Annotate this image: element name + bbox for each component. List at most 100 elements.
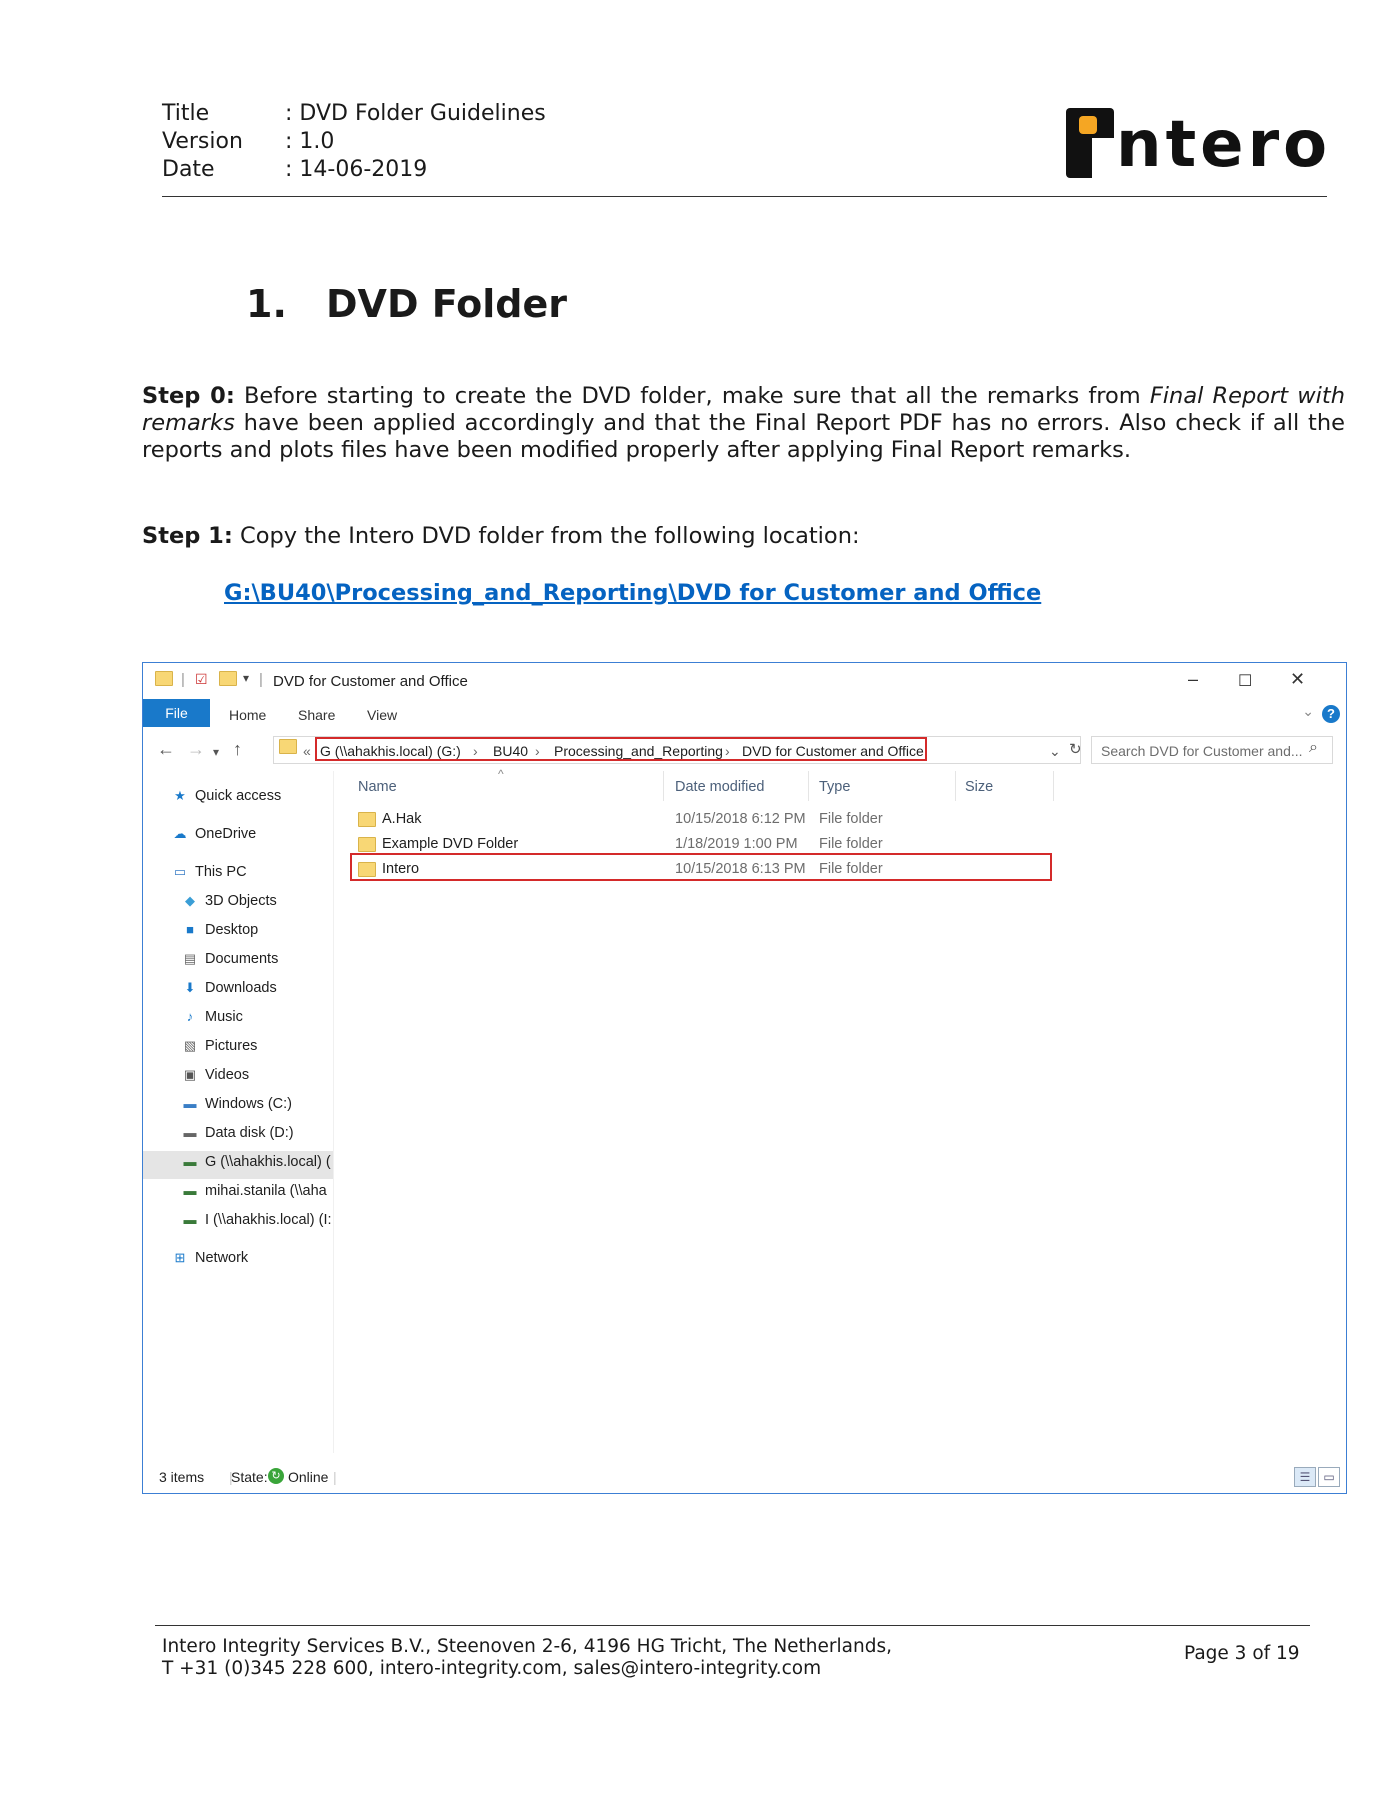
help-icon[interactable]: ? [1322,705,1340,723]
section-title: DVD Folder [326,282,567,326]
nav-quick-access[interactable]: ★ Quick access [171,788,281,804]
intero-logo: ntero [1066,108,1331,178]
column-name[interactable]: Name [358,779,397,795]
desktop-icon: ■ [186,922,194,937]
address-dropdown-icon[interactable]: ⌄ [1049,743,1061,760]
logo-mark [1066,108,1114,178]
version-value: : 1.0 [285,129,335,154]
location-link[interactable]: G:\BU40\Processing_and_Reporting\DVD for… [224,580,1041,606]
title-value: : DVD Folder Guidelines [285,101,546,126]
ribbon-tab-home[interactable]: Home [229,707,266,723]
nav-videos[interactable]: ▣ Videos [181,1067,249,1083]
recent-locations-icon[interactable]: ▾ [213,745,219,759]
network-drive-icon: ▬ [183,1212,197,1227]
search-placeholder: Search DVD for Customer and... [1101,743,1303,759]
row-highlight-box [350,853,1052,881]
video-icon: ▣ [183,1067,197,1082]
version-key: Version [162,129,243,154]
network-drive-icon: ▬ [183,1154,197,1169]
window-title: DVD for Customer and Office [273,673,468,690]
title-key: Title [162,101,210,126]
chevron-down-icon[interactable]: ⌄ [1302,703,1314,720]
status-bar: 3 items | State: ↻ Online | ☰ ▭ [143,1459,1346,1493]
nav-mihai-drive[interactable]: ▬ mihai.stanila (\\aha [181,1183,327,1199]
ribbon-tab-file[interactable]: File [143,699,210,727]
footer-line-2: T +31 (0)345 228 600, intero-integrity.c… [162,1658,822,1679]
cloud-icon: ☁ [173,826,187,841]
document-icon: ▤ [183,951,197,966]
state-value: Online [288,1469,329,1485]
customize-quick-access-icon[interactable]: ▾ [243,671,259,691]
back-arrow-icon[interactable]: ← [157,739,175,760]
drive-icon: ▬ [183,1096,197,1111]
nav-onedrive[interactable]: ☁ OneDrive [171,826,257,842]
sort-up-icon: ^ [498,767,504,781]
nav-windows-c[interactable]: ▬ Windows (C:) [181,1096,293,1112]
section-heading: 1. DVD Folder [246,282,567,326]
folder-icon [155,671,173,691]
item-count: 3 items [159,1469,205,1485]
nav-this-pc[interactable]: ▭ This PC [171,864,247,880]
column-date-modified[interactable]: Date modified [675,779,764,795]
large-icons-view-icon[interactable]: ▭ [1318,1467,1340,1487]
header-divider [162,196,1327,197]
nav-i-drive[interactable]: ▬ I (\\ahakhis.local) (I: [181,1212,332,1228]
close-icon[interactable]: ✕ [1290,669,1305,690]
forward-arrow-icon[interactable]: → [187,739,205,760]
nav-data-d[interactable]: ▬ Data disk (D:) [181,1125,294,1141]
date-value: : 14-06-2019 [285,157,428,182]
step-0-label: Step 0: [142,383,235,409]
nav-pictures[interactable]: ▧ Pictures [181,1038,258,1054]
ribbon-tab-view[interactable]: View [367,707,397,723]
minimize-icon[interactable]: – [1188,669,1198,690]
nav-desktop[interactable]: ■ Desktop [181,922,258,938]
nav-3d-objects[interactable]: ◆ 3D Objects [181,893,277,909]
date-key: Date [162,157,215,182]
step-0-text-a: Before starting to create the DVD folder… [234,383,1150,409]
nav-documents[interactable]: ▤ Documents [181,951,279,967]
music-note-icon: ♪ [186,1009,194,1024]
step-1-label: Step 1: [142,523,233,549]
picture-icon: ▧ [183,1038,197,1053]
nav-network[interactable]: ⊞ Network [171,1250,249,1266]
step-0-text-b: have been applied accordingly and that t… [142,410,1345,463]
star-icon: ★ [174,788,186,803]
cube-icon: ◆ [185,893,195,908]
properties-icon[interactable]: ☑ [195,671,211,691]
sync-online-icon: ↻ [268,1467,284,1485]
new-folder-icon[interactable] [219,671,237,691]
logo-text: ntero [1116,108,1332,182]
column-size[interactable]: Size [965,779,993,795]
table-row[interactable]: A.Hak 10/15/2018 6:12 PM File folder [343,808,1193,830]
maximize-icon[interactable]: ☐ [1238,671,1252,691]
footer-line-1: Intero Integrity Services B.V., Steenove… [162,1636,892,1657]
nav-music[interactable]: ♪ Music [181,1009,243,1025]
state-label: State: [231,1469,268,1485]
up-arrow-icon[interactable]: ↑ [233,739,242,760]
table-row[interactable]: Example DVD Folder 1/18/2019 1:00 PM Fil… [343,833,1193,855]
title-bar: | ☑ ▾ | DVD for Customer and Office – ☐ … [143,663,1346,699]
file-explorer-window: | ☑ ▾ | DVD for Customer and Office – ☐ … [142,662,1347,1494]
drive-icon: ▬ [183,1125,197,1140]
footer-address: Intero Integrity Services B.V., Steenove… [162,1636,892,1680]
nav-downloads[interactable]: ⬇ Downloads [181,980,277,996]
ribbon-tab-share[interactable]: Share [298,707,335,723]
column-type[interactable]: Type [819,779,850,795]
network-icon: ⊞ [174,1250,186,1265]
step-1-text: Copy the Intero DVD folder from the foll… [232,523,860,549]
page-number: Page 3 of 19 [1184,1643,1300,1664]
search-icon[interactable]: ⌕ [1309,739,1318,757]
address-highlight-box [315,737,927,761]
step-1-paragraph: Step 1: Copy the Intero DVD folder from … [142,523,1345,550]
refresh-icon[interactable]: ↻ [1069,740,1082,758]
overflow-chevron-icon[interactable]: « [303,743,311,759]
computer-icon: ▭ [173,864,187,879]
document-header: Title : DVD Folder Guidelines Version : 1.… [162,100,546,184]
nav-g-drive[interactable]: ▬ G (\\ahakhis.local) ( [181,1154,331,1170]
details-view-icon[interactable]: ☰ [1294,1467,1316,1487]
section-number: 1. [246,282,287,326]
address-folder-icon [279,739,297,757]
footer-divider [155,1625,1310,1626]
download-arrow-icon: ⬇ [184,980,196,995]
network-drive-icon: ▬ [183,1183,197,1198]
